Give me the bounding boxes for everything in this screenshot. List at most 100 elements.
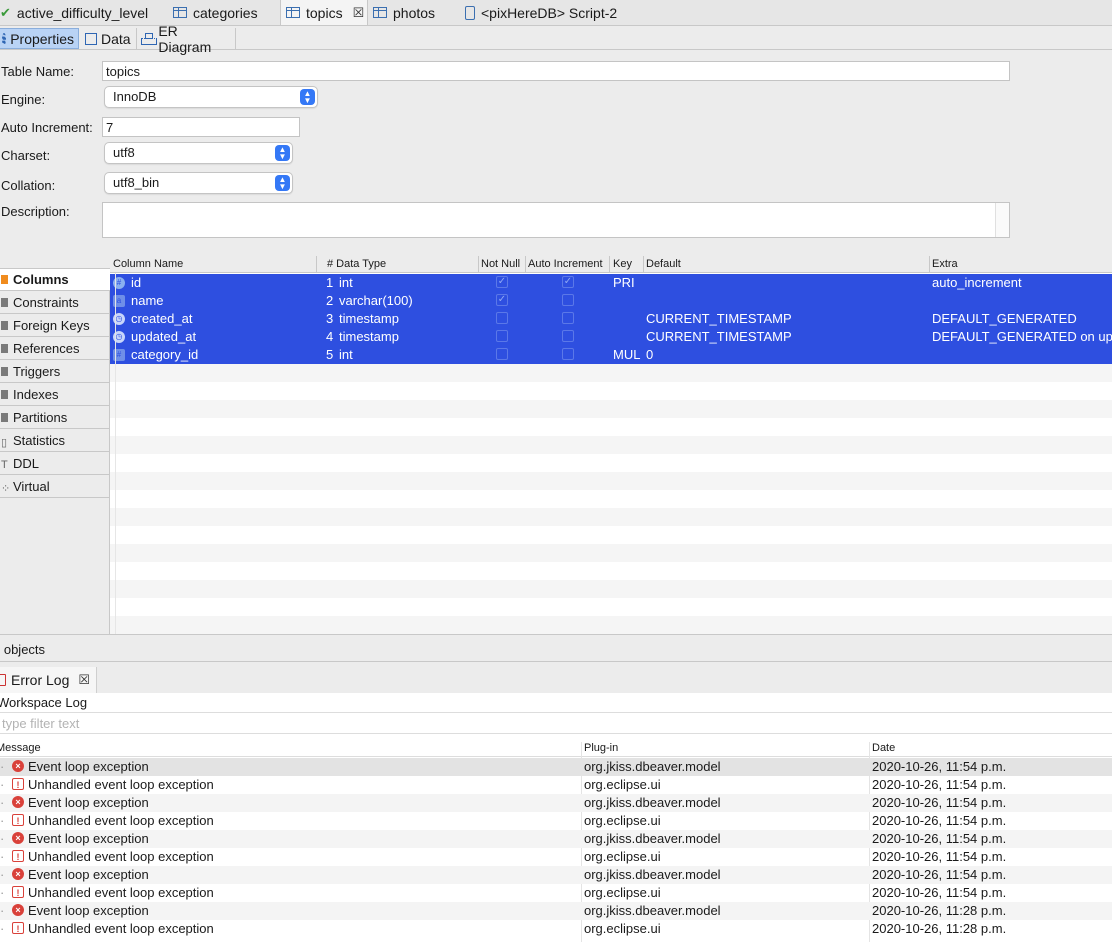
column-header[interactable]: # Data Type: [327, 258, 386, 270]
column-header[interactable]: Key: [613, 258, 632, 270]
log-date: 2020-10-26, 11:54 p.m.: [872, 759, 1007, 774]
tree-indent: ·: [0, 867, 5, 882]
collation-select[interactable]: utf8_bin ▲ ▼: [104, 172, 293, 194]
grid-rule: [115, 273, 116, 634]
column-extra: auto_increment: [932, 275, 1022, 290]
tab-data[interactable]: Data: [81, 28, 137, 49]
nav-item-label: References: [13, 340, 80, 356]
tab-script-2[interactable]: <pixHereDB> Script-2: [458, 0, 628, 25]
table-row[interactable]: a name 2 varchar(100) ✓: [110, 292, 1112, 310]
log-message: Event loop exception: [28, 831, 149, 846]
nav-item-partitions[interactable]: Partitions: [0, 406, 110, 429]
nav-item-label: Virtual: [13, 478, 50, 494]
auto-increment-checkbox[interactable]: [562, 312, 574, 324]
auto-increment-checkbox[interactable]: [562, 294, 574, 306]
tab-label: ER Diagram: [158, 22, 212, 55]
tab-categories[interactable]: categories: [168, 0, 280, 25]
tab-topics[interactable]: topics ☒: [280, 0, 368, 25]
column-header[interactable]: Column Name: [113, 258, 183, 270]
plugin-error-icon: !: [12, 814, 24, 826]
table-properties-nav: Columns Constraints Foreign Keys Referen…: [0, 268, 110, 634]
not-null-checkbox[interactable]: ✓: [496, 294, 508, 306]
tab-label: active_difficulty_level: [16, 4, 149, 21]
sort-arrows-icon[interactable]: ▲ ▼: [1008, 256, 1026, 257]
close-icon[interactable]: ☒: [78, 672, 90, 688]
columns-icon: [1, 275, 8, 284]
columns-grid: Column Name # Data Type Not Null Auto In…: [110, 256, 1112, 634]
nav-item-foreign-keys[interactable]: Foreign Keys: [0, 314, 110, 337]
column-header[interactable]: Plug-in: [584, 742, 618, 754]
auto-increment-input[interactable]: [102, 117, 300, 137]
nav-item-triggers[interactable]: Triggers: [0, 360, 110, 383]
nav-item-references[interactable]: References: [0, 337, 110, 360]
list-item[interactable]: · × Event loop exception org.jkiss.dbeaver.…: [0, 866, 1112, 884]
list-item[interactable]: ·! Unhandled event loop exception org.ecli…: [0, 920, 1112, 938]
log-message: Event loop exception: [28, 795, 149, 810]
nav-item-label: DDL: [13, 455, 40, 471]
engine-select[interactable]: InnoDB ▲ ▼: [104, 86, 318, 108]
empty-row: [110, 400, 1112, 418]
tab-photos[interactable]: photos: [368, 0, 458, 25]
list-item[interactable]: · × Event loop exception org.jkiss.dbeaver.…: [0, 794, 1112, 812]
nav-item-statistics[interactable]: ▯ Statistics: [0, 429, 110, 452]
column-header[interactable]: Date: [872, 742, 895, 754]
table-row[interactable]: # id 1 int ✓ ✓ PRI auto_increment: [110, 274, 1112, 292]
log-date: 2020-10-26, 11:54 p.m.: [872, 777, 1007, 792]
log-plugin: org.jkiss.dbeaver.model: [584, 759, 721, 774]
charset-select[interactable]: utf8 ▲ ▼: [104, 142, 293, 164]
nav-item-label: Statistics: [13, 432, 66, 448]
not-null-checkbox[interactable]: [496, 348, 508, 360]
log-message: Event loop exception: [28, 867, 149, 882]
auto-increment-checkbox[interactable]: [562, 348, 574, 360]
nav-item-columns[interactable]: Columns: [0, 268, 110, 291]
auto-increment-checkbox[interactable]: [562, 330, 574, 342]
log-date: 2020-10-26, 11:54 p.m.: [872, 813, 1007, 828]
auto-increment-label: Auto Increment:: [1, 120, 93, 135]
list-item[interactable]: ·! Unhandled event loop exception org.ecli…: [0, 812, 1112, 830]
tab-error-log[interactable]: Error Log ☒: [0, 667, 98, 693]
list-item[interactable]: ·! Unhandled event loop exception org.ecli…: [0, 884, 1112, 902]
column-header[interactable]: Message: [0, 742, 41, 754]
list-item[interactable]: ·! Unhandled event loop exception org.ecli…: [0, 848, 1112, 866]
table-name-input[interactable]: [102, 61, 1010, 81]
er-diagram-icon: [141, 32, 158, 45]
auto-increment-checkbox[interactable]: ✓: [562, 276, 574, 288]
textarea-scrollbar[interactable]: [995, 203, 1009, 237]
tab-properties[interactable]: Properties: [0, 28, 79, 49]
table-row[interactable]: # category_id 5 int MUL 0: [110, 346, 1112, 364]
list-item[interactable]: · × Event loop exception org.jkiss.dbeaver.…: [0, 902, 1112, 920]
not-null-checkbox[interactable]: [496, 330, 508, 342]
table-row[interactable]: ◷ updated_at 4 timestamp CURRENT_TIMESTAMP DE…: [110, 328, 1112, 346]
empty-row: [110, 544, 1112, 562]
list-item[interactable]: · × Event loop exception org.jkiss.dbeaver.…: [0, 758, 1112, 776]
column-type: int: [339, 275, 353, 290]
nav-item-virtual[interactable]: ⁘ Virtual: [0, 475, 110, 498]
column-header[interactable]: Extra: [932, 258, 958, 270]
not-null-checkbox[interactable]: ✓: [496, 276, 508, 288]
log-message: Event loop exception: [28, 903, 149, 918]
filter-input[interactable]: type filter text: [0, 712, 1112, 734]
grid-header: Column Name # Data Type Not Null Auto In…: [110, 256, 1112, 273]
log-message: Unhandled event loop exception: [28, 813, 214, 828]
list-item[interactable]: · × Event loop exception org.jkiss.dbeaver.…: [0, 830, 1112, 848]
nav-item-constraints[interactable]: Constraints: [0, 291, 110, 314]
table-row[interactable]: ◷ created_at 3 timestamp CURRENT_TIMESTAMP DE…: [110, 310, 1112, 328]
column-header[interactable]: Not Null: [481, 258, 520, 270]
log-plugin: org.eclipse.ui: [584, 921, 661, 936]
tab-active-difficulty-level[interactable]: ✔ active_difficulty_level: [0, 0, 166, 25]
log-date: 2020-10-26, 11:54 p.m.: [872, 867, 1007, 882]
nav-item-ddl[interactable]: T DDL: [0, 452, 110, 475]
column-type: timestamp: [339, 311, 399, 326]
not-null-checkbox[interactable]: [496, 312, 508, 324]
column-header[interactable]: Default: [646, 258, 681, 270]
column-header[interactable]: Auto Increment: [528, 258, 603, 270]
list-item[interactable]: ·! Unhandled event loop exception org.ecli…: [0, 776, 1112, 794]
nav-item-indexes[interactable]: Indexes: [0, 383, 110, 406]
ddl-icon: T: [1, 458, 8, 471]
tree-indent: ·: [0, 849, 5, 864]
column-number: 1: [326, 275, 334, 290]
tab-er-diagram[interactable]: ER Diagram: [137, 23, 236, 55]
error-log-icon: [0, 674, 6, 686]
description-textarea[interactable]: [102, 202, 1010, 238]
close-icon[interactable]: ☒: [353, 5, 365, 21]
